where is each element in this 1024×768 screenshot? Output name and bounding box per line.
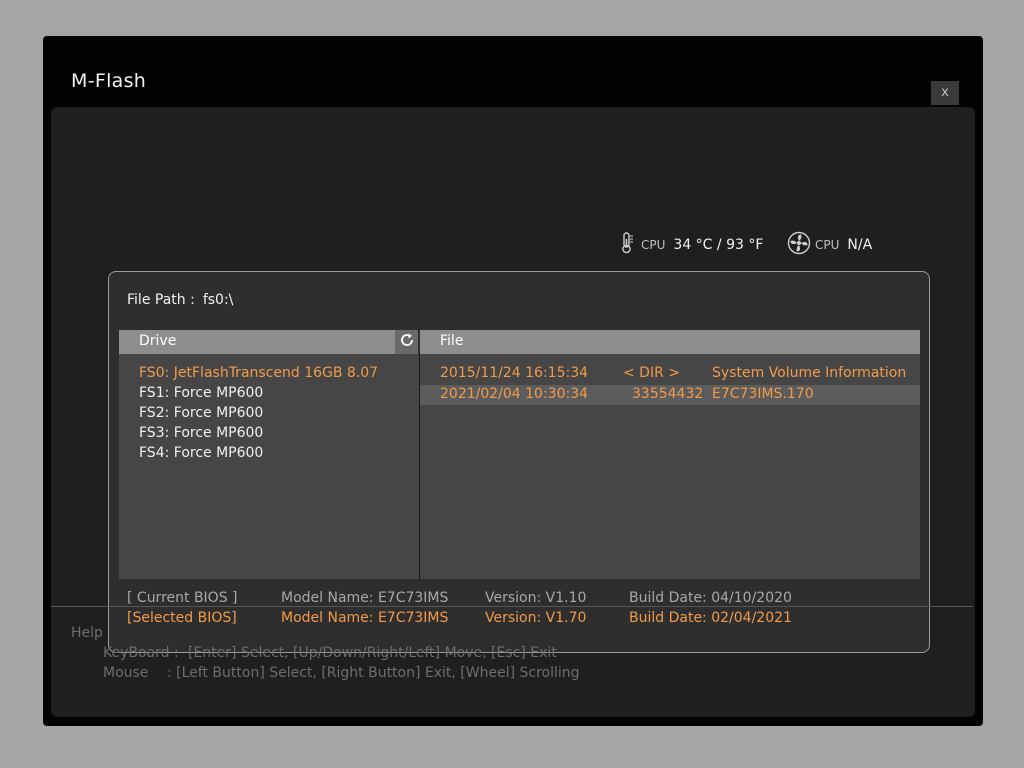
cpu-fan-label: CPU — [815, 238, 840, 252]
file-size: 33554432 — [632, 386, 704, 402]
drive-list: FS0: JetFlashTranscend 16GB 8.07 FS1: Fo… — [119, 354, 419, 579]
thermometer-icon — [617, 231, 637, 259]
selected-bios-version: Version: V1.70 — [485, 610, 587, 626]
drive-header: Drive — [119, 330, 395, 354]
help-mouse-text: : [Left Button] Select, [Right Button] E… — [167, 665, 580, 681]
content-area: CPU 34 °C / 93 °F CPU N/A File Path: fs… — [51, 107, 975, 717]
drive-item-fs2[interactable]: FS2: Force MP600 — [139, 405, 263, 421]
file-name: E7C73IMS.170 — [712, 386, 814, 402]
file-header-label: File — [440, 333, 464, 349]
cpu-fan-value: N/A — [847, 237, 873, 253]
cpu-temp-status: CPU 34 °C / 93 °F — [617, 231, 763, 259]
current-bios-label: [ Current BIOS ] — [127, 590, 238, 606]
file-date: 2021/02/04 10:30:34 — [440, 386, 589, 402]
file-size: < DIR > — [623, 365, 680, 381]
drive-header-label: Drive — [139, 333, 177, 349]
help-keyboard-text: [Enter] Select, [Up/Down/Right/Left] Mov… — [188, 645, 557, 661]
help-title: Help — [71, 625, 103, 641]
help-divider — [51, 606, 973, 607]
drive-item-fs0[interactable]: FS0: JetFlashTranscend 16GB 8.07 — [139, 365, 378, 381]
file-row[interactable]: 2015/11/24 16:15:34 < DIR > System Volum… — [420, 364, 920, 384]
help-mouse-label: Mouse — [103, 665, 149, 681]
status-row: CPU 34 °C / 93 °F CPU N/A — [51, 231, 975, 267]
file-row[interactable]: 2021/02/04 10:30:34 33554432 E7C73IMS.17… — [420, 385, 920, 405]
cpu-temp-label: CPU — [641, 238, 666, 252]
file-path-label: File Path : — [127, 292, 195, 308]
current-bios-version: Version: V1.10 — [485, 590, 587, 606]
m-flash-window: M-Flash x CPU 34 °C / 93 °F CPU N/A File… — [43, 36, 983, 726]
cpu-temp-value: 34 °C / 93 °F — [673, 237, 764, 253]
current-bios-model: Model Name: E7C73IMS — [281, 590, 449, 606]
file-date: 2015/11/24 16:15:34 — [440, 365, 589, 381]
file-header: File — [420, 330, 920, 354]
drive-item-fs3[interactable]: FS3: Force MP600 — [139, 425, 263, 441]
file-name: System Volume Information — [712, 365, 907, 381]
window-title: M-Flash — [71, 70, 147, 92]
refresh-button[interactable] — [395, 330, 418, 354]
file-list: 2015/11/24 16:15:34 < DIR > System Volum… — [420, 354, 920, 579]
drive-item-fs4[interactable]: FS4: Force MP600 — [139, 445, 263, 461]
current-bios-build-date: Build Date: 04/10/2020 — [629, 590, 792, 606]
selected-bios-label: [Selected BIOS] — [127, 610, 237, 626]
selected-bios-model: Model Name: E7C73IMS — [281, 610, 449, 626]
help-keyboard-label: KeyBoard : — [103, 645, 179, 661]
flash-panel: File Path : fs0:\ Drive File FS0: JetFlas… — [108, 271, 930, 653]
cpu-fan-status: CPU N/A — [787, 231, 872, 259]
drive-item-fs1[interactable]: FS1: Force MP600 — [139, 385, 263, 401]
selected-bios-build-date: Build Date: 02/04/2021 — [629, 610, 792, 626]
fan-icon — [787, 231, 811, 259]
file-path-value: fs0:\ — [202, 292, 234, 308]
file-path: File Path : fs0:\ — [127, 292, 233, 308]
close-button[interactable]: x — [931, 81, 959, 105]
refresh-icon — [399, 332, 415, 352]
